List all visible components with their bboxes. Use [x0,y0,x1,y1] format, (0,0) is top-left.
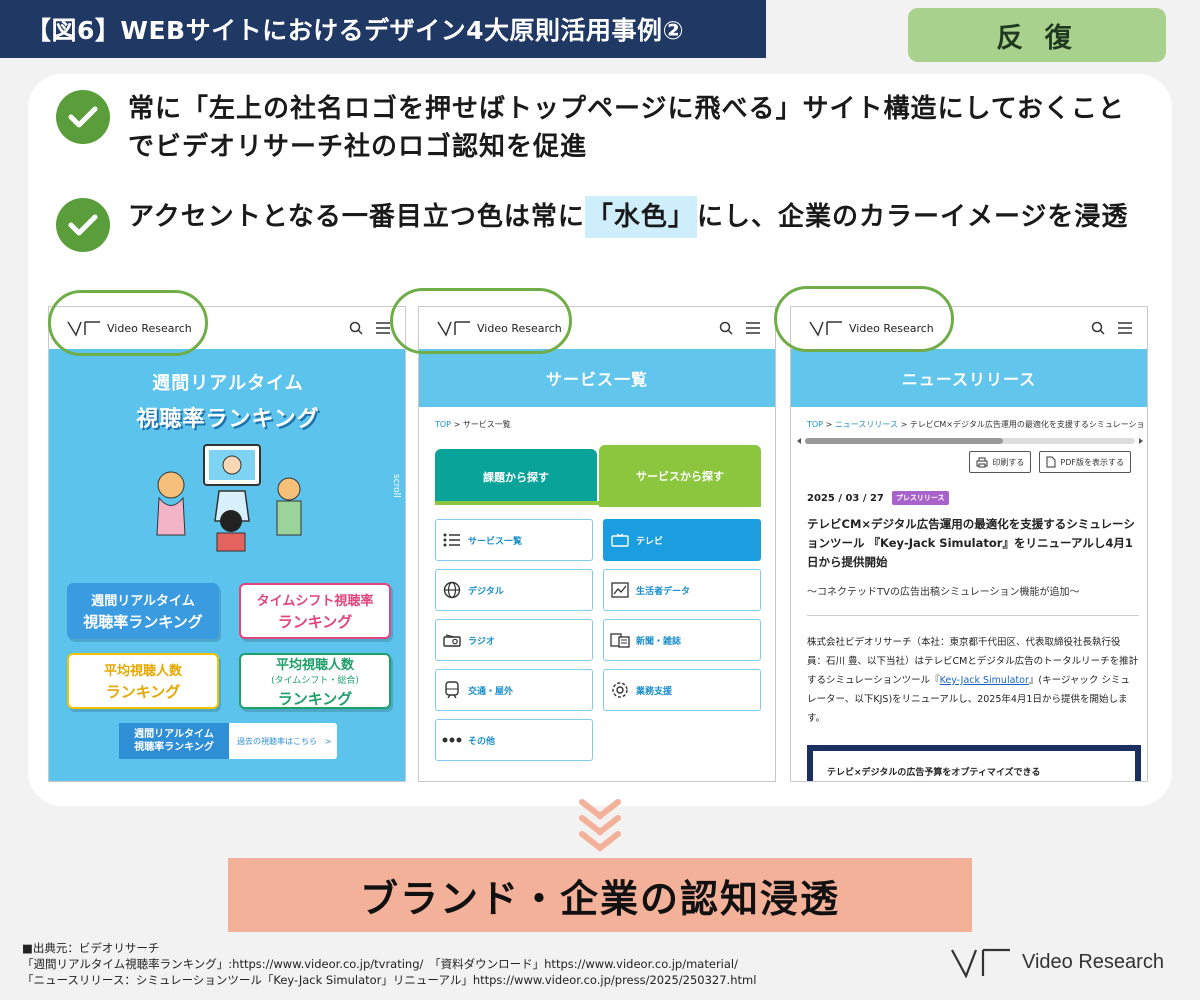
service-item-tv[interactable]: テレビ [603,519,761,561]
press-release-badge: プレスリリース [891,491,949,505]
ranking-hero: 週間リアルタイム 視聴率ランキング scroll 週間リアルタイム 視聴率ランキ… [49,349,405,781]
footer-logo: Video Research [950,946,1164,978]
radio-icon [442,630,462,650]
bullet-2-text: アクセントとなる一番目立つ色は常に「水色」にし、企業のカラーイメージを浸透 [128,196,1129,238]
source-notes: ■出典元：ビデオリサーチ 「週間リアルタイム視聴率ランキング」:https://… [22,941,757,987]
news-date: 2025 / 03 / 27 [807,492,884,504]
menu-icon[interactable] [1117,322,1133,334]
service-item-business-support[interactable]: 業務支援 [603,669,761,711]
timeshift-ranking-button[interactable]: タイムシフト視聴率 ランキング [239,583,391,639]
chart-icon [610,580,630,600]
globe-icon [442,580,462,600]
printer-icon [976,457,988,467]
screenshot-service-list: Video Research サービス一覧 TOP > サービス一覧 課題から探… [418,306,776,782]
section-band: ニュースリリース [791,349,1147,407]
section-band: サービス一覧 [419,349,775,407]
service-item-consumer-data[interactable]: 生活者データ [603,569,761,611]
hero-title-line2: 視聴率ランキング [136,407,320,432]
screenshot-ranking: Video Research 週間リアルタイム 視聴率ランキング scroll … [48,306,406,782]
logo-highlight-circle-1 [48,290,208,356]
average-viewers-ranking-button[interactable]: 平均視聴人数 ランキング [67,653,219,709]
pdf-button[interactable]: PDF版を表示する [1039,451,1131,473]
arrow-right-icon: > [324,736,332,746]
menu-icon[interactable] [745,322,761,334]
news-body: 株式会社ビデオリサーチ（本社：東京都千代田区、代表取締役社長執行役員：石川 豊、… [807,637,1139,724]
newspaper-icon [610,630,630,650]
principle-tag: 反 復 [908,8,1166,62]
breadcrumb: TOP > サービス一覧 [435,420,511,429]
service-item-radio[interactable]: ラジオ [435,619,593,661]
conclusion-banner: ブランド・企業の認知浸透 [228,858,972,932]
service-item-all[interactable]: サービス一覧 [435,519,593,561]
kjs-link[interactable]: Key-Jack Simulator [940,675,1029,686]
family-tv-illustration [156,444,302,552]
tv-icon [610,530,630,550]
page-title: 【図6】WEBサイトにおけるデザイン4大原則活用事例② [0,0,766,58]
service-item-transit-outdoor[interactable]: 交通・屋外 [435,669,593,711]
screenshot-news-release: Video Research ニュースリリース TOP > ニュースリリース >… [790,306,1148,782]
check-icon [56,90,110,144]
print-button[interactable]: 印刷する [969,451,1032,473]
highlight-sky-color: 「水色」 [584,196,697,238]
tab-by-service[interactable]: サービスから探す [599,445,761,507]
tab-by-issue[interactable]: 課題から探す [435,449,597,505]
logo-highlight-circle-2 [390,288,572,354]
service-item-print-media[interactable]: 新聞・雑誌 [603,619,761,661]
logo-highlight-circle-3 [774,286,954,352]
pdf-icon [1046,456,1056,468]
list-icon [442,530,462,550]
content-card: 常に「左上の社名ロゴを押せばトップページに飛べる」サイト構造にしておくことでビデ… [28,74,1172,806]
bullet-2-text-b: にし、企業のカラーイメージを浸透 [696,202,1129,232]
check-icon [56,198,110,252]
vr-logo-icon [951,948,1010,978]
news-date-row: 2025 / 03 / 27 プレスリリース [807,491,949,505]
service-item-other[interactable]: その他 [435,719,593,761]
dots-icon [442,730,462,750]
kjs-banner[interactable]: テレビ×デジタルの広告予算をオプティマイズできる [807,745,1141,781]
weekly-realtime-ranking-button[interactable]: 週間リアルタイム 視聴率ランキング [67,583,219,639]
search-icon[interactable] [349,321,363,335]
gear-icon [610,680,630,700]
bullet-2-text-a: アクセントとなる一番目立つ色は常に [128,202,585,232]
menu-icon[interactable] [375,322,391,334]
news-title: テレビCM×デジタル広告運用の最適化を支援するシミュレーションツール 『Key-… [807,517,1135,569]
train-icon [442,680,462,700]
search-icon[interactable] [1091,321,1105,335]
footer-logo-text: Video Research [1022,950,1164,973]
bullet-1: 常に「左上の社名ロゴを押せばトップページに飛べる」サイト構造にしておくことでビデ… [56,90,1136,166]
search-icon[interactable] [719,321,733,335]
average-viewers-total-ranking-button[interactable]: 平均視聴人数 (タイムシフト・総合) ランキング [239,653,391,709]
bullet-1-text: 常に「左上の社名ロゴを押せばトップページに飛べる」サイト構造にしておくことでビデ… [128,94,1125,162]
past-ratings-link[interactable]: 週間リアルタイム 視聴率ランキング 過去の視聴率はこちら > [119,723,337,759]
news-subtitle: 〜コネクテッドTVの広告出稿シミュレーション機能が追加〜 [807,587,1080,598]
hero-title-line1: 週間リアルタイム [152,373,304,394]
scroll-hint: scroll [391,474,401,498]
horizontal-scrollbar[interactable] [797,437,1143,445]
bullet-2: アクセントとなる一番目立つ色は常に「水色」にし、企業のカラーイメージを浸透 [56,196,1136,252]
service-item-digital[interactable]: デジタル [435,569,593,611]
down-chevrons-icon [579,799,621,852]
search-tabs: 課題から探す サービスから探す [435,445,761,507]
